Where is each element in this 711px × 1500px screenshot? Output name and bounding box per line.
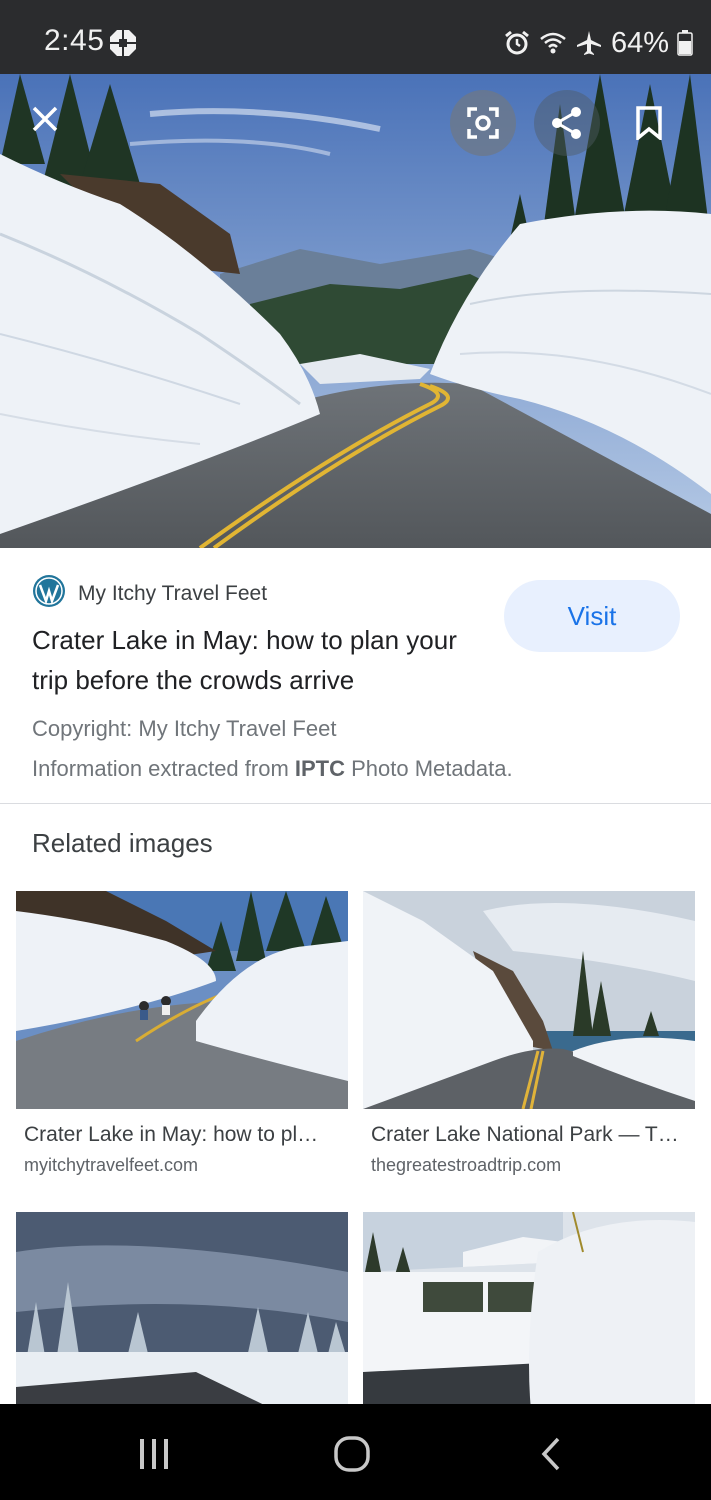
main-image[interactable] xyxy=(0,74,711,548)
back-icon xyxy=(541,1437,560,1471)
related-title: Crater Lake in May: how to pl… xyxy=(24,1123,319,1146)
related-thumbnail[interactable] xyxy=(363,1212,695,1430)
wordpress-icon xyxy=(32,574,66,613)
home-icon xyxy=(334,1436,370,1472)
source-name: My Itchy Travel Feet xyxy=(78,581,268,605)
status-bar: 2:45 64% xyxy=(0,0,711,74)
google-lens-icon xyxy=(467,107,499,139)
metadata-text: Information extracted from IPTC Photo Me… xyxy=(32,756,513,782)
related-domain: myitchytravelfeet.com xyxy=(24,1155,199,1175)
page-title[interactable]: Crater Lake in May: how to plan your tri… xyxy=(32,620,482,700)
status-icons: 64% xyxy=(503,26,693,60)
related-title: Crater Lake National Park — T… xyxy=(371,1123,679,1146)
alarm-icon xyxy=(503,29,531,57)
related-thumbnail[interactable] xyxy=(363,891,695,1109)
copyright-text: Copyright: My Itchy Travel Feet xyxy=(32,716,337,741)
home-button[interactable] xyxy=(322,1432,382,1476)
metadata-iptc: IPTC xyxy=(294,756,346,781)
related-image-card[interactable]: Crater Lake in May: how to pl… myitchytr… xyxy=(16,891,348,1176)
visit-button[interactable]: Visit xyxy=(504,580,680,652)
snow-road-photo xyxy=(0,74,711,548)
back-button[interactable] xyxy=(521,1432,581,1476)
battery-icon xyxy=(677,30,693,56)
save-button[interactable] xyxy=(616,90,682,156)
image-info: My Itchy Travel Feet Crater Lake in May:… xyxy=(0,548,711,804)
close-icon xyxy=(32,106,58,132)
related-thumbnail[interactable] xyxy=(16,891,348,1109)
recent-apps-button[interactable] xyxy=(124,1432,184,1476)
related-images-heading: Related images xyxy=(32,828,213,858)
source-row[interactable]: My Itchy Travel Feet xyxy=(32,574,267,613)
share-icon xyxy=(552,107,581,139)
share-button[interactable] xyxy=(534,90,600,156)
close-button[interactable] xyxy=(12,86,78,152)
google-lens-button[interactable] xyxy=(450,90,516,156)
related-thumbnail[interactable] xyxy=(16,1212,348,1430)
metadata-suffix: Photo Metadata. xyxy=(345,756,513,781)
navigation-bar xyxy=(0,1404,711,1500)
chase-icon xyxy=(108,28,138,58)
wifi-icon xyxy=(539,31,567,55)
recent-apps-icon xyxy=(140,1439,168,1469)
airplane-mode-icon xyxy=(575,29,603,57)
bookmark-icon xyxy=(636,106,662,140)
metadata-prefix: Information extracted from xyxy=(32,756,295,781)
related-image-card[interactable]: Crater Lake National Park — T… thegreate… xyxy=(363,891,695,1176)
battery-percent: 64% xyxy=(610,26,669,59)
status-time: 2:45 xyxy=(44,24,105,57)
related-domain: thegreatestroadtrip.com xyxy=(371,1155,562,1175)
